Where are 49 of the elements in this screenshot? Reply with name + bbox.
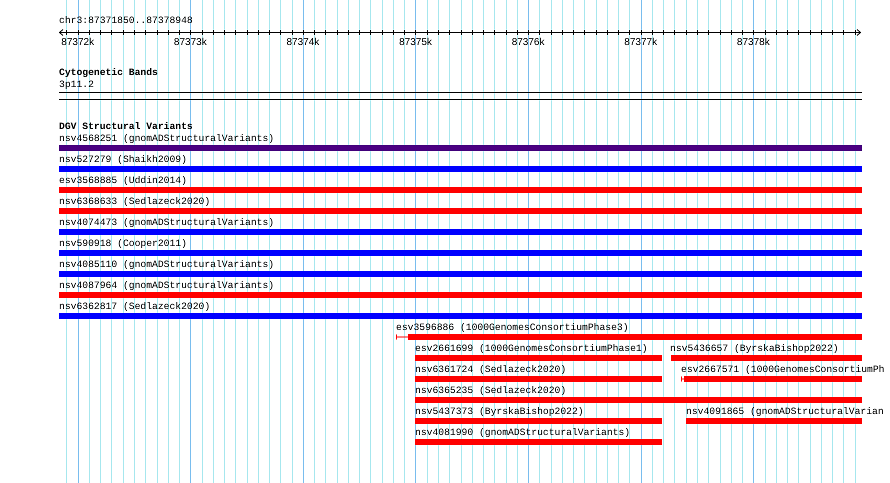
variant-bar[interactable] xyxy=(415,397,862,403)
variant-bar[interactable] xyxy=(59,271,862,277)
variant-label: nsv6362817 (Sedlazeck2020) xyxy=(59,301,210,313)
tick-label: 87377k xyxy=(623,37,658,49)
interval-whisker xyxy=(396,334,408,340)
tick-label: 87378k xyxy=(736,37,771,49)
variant-label: nsv5436657 (ByrskaBishop2022) xyxy=(670,343,839,355)
tick-label: 87374k xyxy=(285,37,320,49)
variant-bar[interactable] xyxy=(59,250,862,256)
interval-whisker xyxy=(681,376,684,382)
variant-bar[interactable] xyxy=(415,376,662,382)
variant-label: esv2661699 (1000GenomesConsortiumPhase1) xyxy=(415,343,648,355)
track-title: DGV Structural Variants xyxy=(59,121,193,133)
variant-label: nsv4568251 (gnomADStructuralVariants) xyxy=(59,133,274,145)
variant-bar[interactable] xyxy=(59,208,862,214)
variant-label: nsv4074473 (gnomADStructuralVariants) xyxy=(59,217,274,229)
variant-label: nsv4085110 (gnomADStructuralVariants) xyxy=(59,259,274,271)
variant-bar[interactable] xyxy=(415,355,662,361)
variant-label: nsv6368633 (Sedlazeck2020) xyxy=(59,196,210,208)
tick-label: 87372k xyxy=(60,37,96,49)
variant-label: esv3568885 (Uddin2014) xyxy=(59,175,187,187)
tick-label: 87373k xyxy=(172,37,208,49)
variant-bar[interactable] xyxy=(59,166,862,172)
variant-bar[interactable] xyxy=(684,376,862,382)
variant-bar[interactable] xyxy=(59,229,862,235)
band-label: 3p11.2 xyxy=(59,79,94,91)
variant-bar[interactable] xyxy=(59,145,862,151)
variant-label: nsv6365235 (Sedlazeck2020) xyxy=(415,385,566,397)
variant-label: nsv590918 (Cooper2011) xyxy=(59,238,187,250)
variant-bar[interactable] xyxy=(59,292,862,298)
variant-bar[interactable] xyxy=(59,313,862,319)
variant-label: esv3596886 (1000GenomesConsortiumPhase3) xyxy=(396,322,629,334)
track-title: Cytogenetic Bands xyxy=(59,67,158,79)
variant-label: nsv6361724 (Sedlazeck2020) xyxy=(415,364,566,376)
location-label: chr3:87371850..87378948 xyxy=(59,15,193,27)
variant-label: nsv5437373 (ByrskaBishop2022) xyxy=(415,406,584,418)
variant-label: nsv527279 (Shaikh2009) xyxy=(59,154,187,166)
variant-bar[interactable] xyxy=(408,334,862,340)
variant-bar[interactable] xyxy=(415,418,662,424)
variant-label: nsv4081990 (gnomADStructuralVariants) xyxy=(415,427,630,439)
variant-bar[interactable] xyxy=(59,187,862,193)
variant-label: esv2667571 (1000GenomesConsortiumPh xyxy=(681,364,884,376)
variant-bar[interactable] xyxy=(686,418,862,424)
variant-bar[interactable] xyxy=(415,439,662,445)
tick-label: 87375k xyxy=(398,37,433,49)
variant-bar[interactable] xyxy=(671,355,862,361)
tick-label: 87376k xyxy=(510,37,546,49)
variant-label: nsv4091865 (gnomADStructuralVarian xyxy=(686,406,884,418)
variant-label: nsv4087964 (gnomADStructuralVariants) xyxy=(59,280,274,292)
